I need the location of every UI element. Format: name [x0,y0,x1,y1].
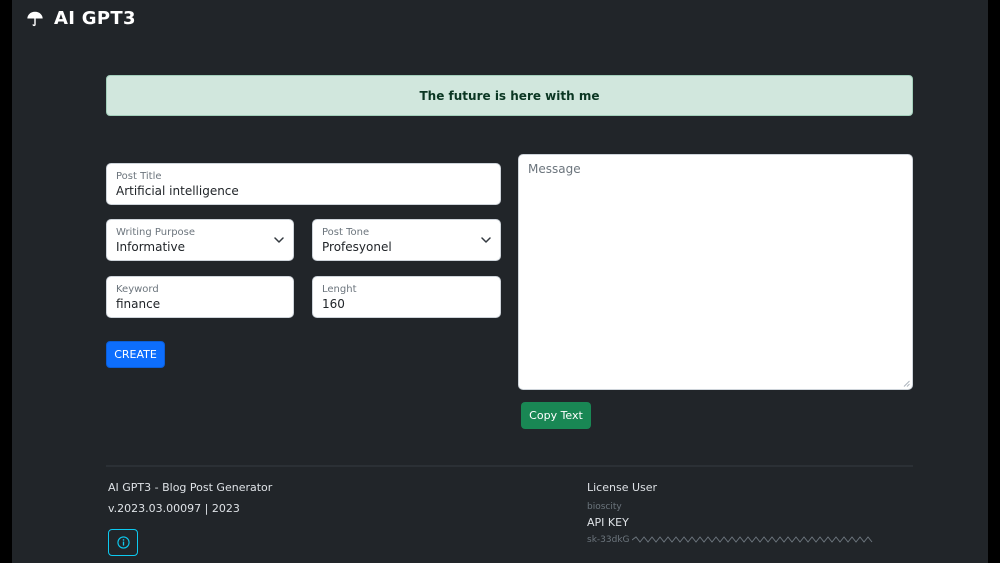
chevron-down-icon [274,237,284,243]
writing-purpose-select[interactable]: Writing Purpose Informative [106,219,294,261]
redaction-scribble [632,536,873,543]
keyword-input[interactable]: finance [116,297,160,311]
footer-app-name: AI GPT3 - Blog Post Generator [108,481,273,494]
post-tone-value: Profesyonel [322,240,392,254]
keyword-field[interactable]: Keyword finance [106,276,294,318]
length-field[interactable]: Lenght 160 [312,276,501,318]
license-user-value: bioscity [587,502,622,512]
banner-alert: The future is here with me [106,75,913,116]
footer-divider [106,465,913,467]
info-button[interactable] [108,529,138,556]
create-button[interactable]: CREATE [106,341,165,368]
post-title-label: Post Title [116,171,162,182]
app-title: AI GPT3 [54,8,136,29]
umbrella-icon [27,11,43,26]
message-textarea[interactable]: Message [518,154,913,390]
api-key-text: sk-33dkG [587,535,630,545]
keyword-label: Keyword [116,284,159,295]
resize-handle-icon[interactable] [903,380,910,387]
copy-text-button[interactable]: Copy Text [521,402,591,429]
footer-version: v.2023.03.00097 | 2023 [108,502,240,515]
api-key-label: API KEY [587,516,629,529]
banner-text: The future is here with me [419,88,600,103]
writing-purpose-label: Writing Purpose [116,227,196,238]
writing-purpose-value: Informative [116,240,185,254]
api-key-value: sk-33dkG [587,535,875,545]
post-title-input[interactable]: Artificial intelligence [116,184,239,198]
length-label: Lenght [322,284,357,295]
length-input[interactable]: 160 [322,297,345,311]
brand[interactable]: AI GPT3 [26,8,136,29]
chevron-down-icon [481,237,491,243]
post-tone-label: Post Tone [322,227,370,238]
license-user-label: License User [587,481,658,494]
post-title-field[interactable]: Post Title Artificial intelligence [106,163,501,205]
post-tone-select[interactable]: Post Tone Profesyonel [312,219,501,261]
info-icon [116,536,130,549]
message-placeholder: Message [528,162,581,176]
